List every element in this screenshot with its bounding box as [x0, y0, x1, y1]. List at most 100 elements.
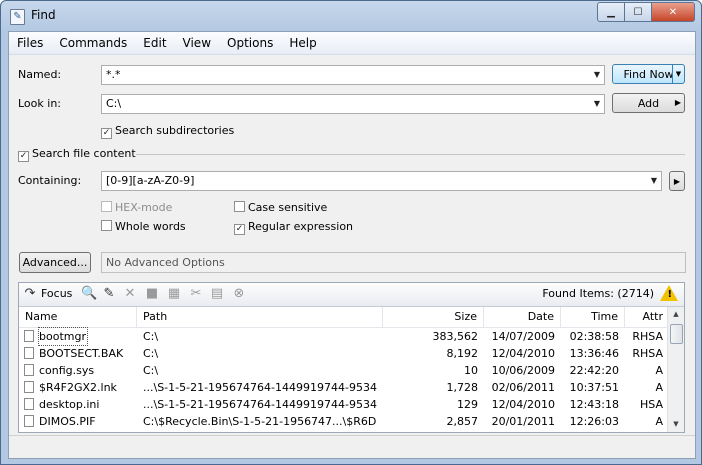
containing-label: Containing:: [18, 174, 82, 187]
find-now-dropdown-icon[interactable]: ▼: [672, 65, 684, 83]
search-subdirectories-label: Search subdirectories: [115, 124, 235, 137]
hex-mode-checkbox[interactable]: [101, 201, 112, 212]
menu-commands[interactable]: Commands: [51, 33, 135, 53]
column-header-time[interactable]: Time: [561, 307, 625, 327]
search-subdirectories-option[interactable]: ✓ Search subdirectories: [101, 124, 234, 139]
column-header-attr[interactable]: Attr: [625, 307, 669, 327]
table-row[interactable]: desktop.ini ...\S-1-5-21-195674764-144991…: [19, 396, 669, 413]
whole-words-checkbox[interactable]: [101, 220, 112, 231]
search-file-content-checkbox[interactable]: ✓: [18, 151, 29, 162]
scroll-down-icon[interactable]: ▼: [668, 417, 684, 432]
edit-icon[interactable]: ✎: [101, 286, 117, 302]
delete-icon[interactable]: ✕: [122, 286, 138, 302]
file-icon: [24, 347, 34, 359]
cell-attr: RHSA: [632, 347, 663, 360]
menu-help[interactable]: Help: [281, 33, 324, 53]
containing-menu-button[interactable]: ▶: [669, 171, 685, 191]
regular-expression-option[interactable]: ✓ Regular expression: [234, 220, 353, 235]
table-row[interactable]: BOOTSECT.BAK C:\ 8,192 12/04/2010 13:36:46 RH…: [19, 345, 669, 362]
results-panel: ↷ Focus 🔍 ✎ ✕ ■ ▦ ✂ ▤ ⊗ Found Items: (27…: [18, 282, 685, 433]
cell-name: BOOTSECT.BAK: [39, 347, 124, 360]
app-icon: ✎: [10, 9, 25, 25]
table-row[interactable]: config.sys C:\ 10 10/06/2009 22:42:20 A: [19, 362, 669, 379]
cell-attr: HSA: [640, 398, 663, 411]
cell-path: C:\: [143, 364, 159, 377]
cell-time: 12:26:03: [569, 415, 619, 428]
file-icon: [24, 364, 34, 376]
named-combo[interactable]: *.* ▼: [101, 65, 605, 85]
chevron-down-icon[interactable]: ▼: [594, 95, 600, 113]
named-value: *.*: [106, 68, 121, 81]
cell-name: DIMOS.PIF: [39, 415, 96, 428]
case-sensitive-label: Case sensitive: [248, 201, 328, 214]
file-icon: [24, 415, 34, 427]
cell-path: C:\: [143, 330, 159, 343]
containing-combo[interactable]: [0-9][a-zA-Z0-9] ▼: [101, 171, 662, 191]
focus-arrow-icon[interactable]: ↷: [22, 286, 38, 302]
menu-edit[interactable]: Edit: [135, 33, 174, 53]
cell-size: 2,857: [446, 415, 479, 428]
copy-files-icon[interactable]: ▦: [166, 286, 182, 302]
cell-time: 13:36:46: [569, 347, 619, 360]
scroll-thumb[interactable]: [670, 324, 683, 344]
regular-expression-checkbox[interactable]: ✓: [234, 224, 245, 235]
scroll-up-icon[interactable]: ▲: [668, 307, 684, 322]
table-row[interactable]: DIMOS.PIF C:\$Recycle.Bin\S-1-5-21-195674…: [19, 413, 669, 430]
advanced-button[interactable]: Advanced...: [19, 252, 91, 273]
column-header-date[interactable]: Date: [484, 307, 561, 327]
window-title: Find: [31, 8, 56, 22]
case-sensitive-checkbox[interactable]: [234, 201, 245, 212]
find-now-label: Find Now: [623, 67, 674, 81]
whole-words-label: Whole words: [115, 220, 186, 233]
cell-path: C:\$Recycle.Bin\S-1-5-21-1956747...\$R6D…: [143, 415, 377, 428]
chevron-right-icon: ▶: [673, 176, 681, 186]
close-button[interactable]: ✕: [652, 2, 695, 22]
case-sensitive-option[interactable]: Case sensitive: [234, 201, 327, 214]
cell-path: ...\S-1-5-21-195674764-1449919744-953489…: [143, 381, 377, 394]
cell-path: C:\: [143, 347, 159, 360]
cell-size: 1,728: [446, 381, 479, 394]
caption-buttons: ▁ ☐ ✕: [597, 2, 695, 22]
cell-name: bootmgr: [38, 327, 88, 346]
chevron-right-icon: ▶: [674, 98, 681, 107]
search-subdirectories-checkbox[interactable]: ✓: [101, 128, 112, 139]
title-bar[interactable]: ✎ Find ▁ ☐ ✕: [1, 1, 701, 31]
minimize-button[interactable]: ▁: [597, 2, 625, 22]
chevron-down-icon[interactable]: ▼: [651, 172, 657, 190]
stop-icon[interactable]: ■: [144, 286, 160, 302]
zoom-icon[interactable]: 🔍: [81, 286, 97, 302]
add-button[interactable]: Add ▶: [612, 93, 685, 113]
cell-time: 02:38:58: [569, 330, 619, 343]
look-in-combo[interactable]: C:\ ▼: [101, 94, 605, 114]
cell-attr: A: [655, 415, 663, 428]
column-header-name[interactable]: Name: [19, 307, 137, 327]
cell-name: $R4F2GX2.lnk: [39, 381, 117, 394]
column-header-size[interactable]: Size: [383, 307, 484, 327]
cell-size: 129: [457, 398, 478, 411]
results-header: Name Path Size Date Time Attr: [19, 307, 669, 328]
find-window: ✎ Find ▁ ☐ ✕ Files Commands Edit View Op…: [0, 0, 702, 465]
menu-view[interactable]: View: [175, 33, 219, 53]
cut-icon[interactable]: ✂: [188, 286, 204, 302]
cell-date: 02/06/2011: [491, 381, 555, 394]
column-header-path[interactable]: Path: [137, 307, 383, 327]
containing-value: [0-9][a-zA-Z0-9]: [106, 174, 195, 187]
menu-files[interactable]: Files: [9, 33, 51, 53]
menu-options[interactable]: Options: [219, 33, 281, 53]
cell-date: 12/04/2010: [491, 347, 555, 360]
maximize-button[interactable]: ☐: [625, 2, 652, 22]
results-toolbar: ↷ Focus 🔍 ✎ ✕ ■ ▦ ✂ ▤ ⊗ Found Items: (27…: [19, 283, 684, 307]
table-row[interactable]: bootmgr C:\ 383,562 14/07/2009 02:38:58 RHSA: [19, 327, 669, 346]
table-row[interactable]: $R4F2GX2.lnk ...\S-1-5-21-195674764-14499…: [19, 379, 669, 396]
hex-mode-option[interactable]: HEX-mode: [101, 201, 172, 214]
chevron-down-icon[interactable]: ▼: [594, 66, 600, 84]
focus-label[interactable]: Focus: [41, 287, 72, 300]
results-scrollbar[interactable]: ▲ ▼: [667, 307, 684, 432]
find-now-button[interactable]: Find Now ▼: [612, 64, 685, 84]
whole-words-option[interactable]: Whole words: [101, 220, 186, 233]
search-file-content-option[interactable]: ✓ Search file content: [18, 147, 136, 162]
cell-time: 22:42:20: [569, 364, 619, 377]
paste-icon[interactable]: ▤: [209, 286, 225, 302]
cancel-icon[interactable]: ⊗: [231, 286, 247, 302]
advanced-options-field: No Advanced Options: [101, 252, 686, 273]
